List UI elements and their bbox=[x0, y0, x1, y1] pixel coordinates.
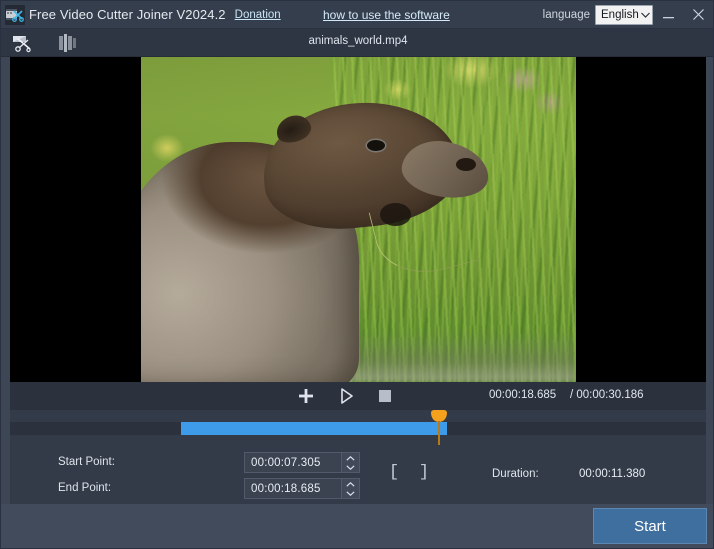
title-bar: Free Video Cutter Joiner V2024.2 Donatio… bbox=[1, 1, 714, 29]
app-window: Free Video Cutter Joiner V2024.2 Donatio… bbox=[0, 0, 714, 549]
chevron-down-icon[interactable] bbox=[343, 463, 358, 472]
language-select[interactable]: English bbox=[595, 5, 653, 25]
start-point-value: 00:00:07.305 bbox=[245, 457, 341, 469]
stop-button[interactable] bbox=[372, 386, 398, 406]
start-point-field[interactable]: 00:00:07.305 bbox=[244, 452, 360, 473]
how-to-use-link[interactable]: how to use the software bbox=[323, 8, 450, 22]
timeline-selection-range[interactable] bbox=[181, 422, 447, 435]
duration-value: 00:00:11.380 bbox=[579, 468, 645, 480]
file-name-label: animals_world.mp4 bbox=[1, 35, 714, 47]
chevron-down-icon bbox=[639, 6, 652, 24]
video-frame bbox=[141, 57, 576, 382]
start-point-stepper[interactable] bbox=[341, 453, 359, 472]
minimize-button[interactable] bbox=[653, 1, 683, 28]
film-scissors-icon bbox=[5, 5, 25, 25]
video-preview[interactable] bbox=[10, 57, 706, 382]
language-select-value: English bbox=[596, 9, 639, 21]
bracket-close-icon: ] bbox=[419, 464, 429, 481]
play-button[interactable] bbox=[334, 386, 360, 406]
footer-bar: Start bbox=[1, 504, 713, 548]
language-label: language bbox=[543, 9, 590, 21]
end-point-field[interactable]: 00:00:18.685 bbox=[244, 478, 360, 499]
add-file-button[interactable] bbox=[293, 386, 319, 406]
end-point-value: 00:00:18.685 bbox=[245, 483, 341, 495]
duration-label: Duration: bbox=[492, 468, 539, 480]
current-time-label: 00:00:18.685 bbox=[489, 389, 556, 401]
start-point-label: Start Point: bbox=[58, 456, 115, 468]
donation-link[interactable]: Donation bbox=[235, 9, 281, 21]
app-title: Free Video Cutter Joiner V2024.2 bbox=[29, 7, 226, 22]
set-end-point-button[interactable]: ] bbox=[413, 461, 435, 483]
total-time-label: / 00:00:30.186 bbox=[570, 389, 644, 401]
end-point-stepper[interactable] bbox=[341, 479, 359, 498]
timeline[interactable] bbox=[10, 410, 706, 447]
timeline-playhead[interactable] bbox=[431, 408, 447, 447]
end-point-label: End Point: bbox=[58, 482, 111, 494]
chevron-up-icon[interactable] bbox=[343, 480, 358, 489]
toolbar: animals_world.mp4 bbox=[1, 29, 714, 57]
chevron-up-icon[interactable] bbox=[343, 454, 358, 463]
playhead-stem bbox=[438, 421, 440, 445]
bracket-open-icon: [ bbox=[389, 464, 399, 481]
marmot-nose bbox=[456, 158, 476, 171]
start-button[interactable]: Start bbox=[593, 508, 707, 544]
close-button[interactable] bbox=[683, 1, 713, 28]
transport-bar: 00:00:18.685 / 00:00:30.186 bbox=[10, 382, 706, 410]
set-start-point-button[interactable]: [ bbox=[383, 461, 405, 483]
chevron-down-icon[interactable] bbox=[343, 489, 358, 498]
